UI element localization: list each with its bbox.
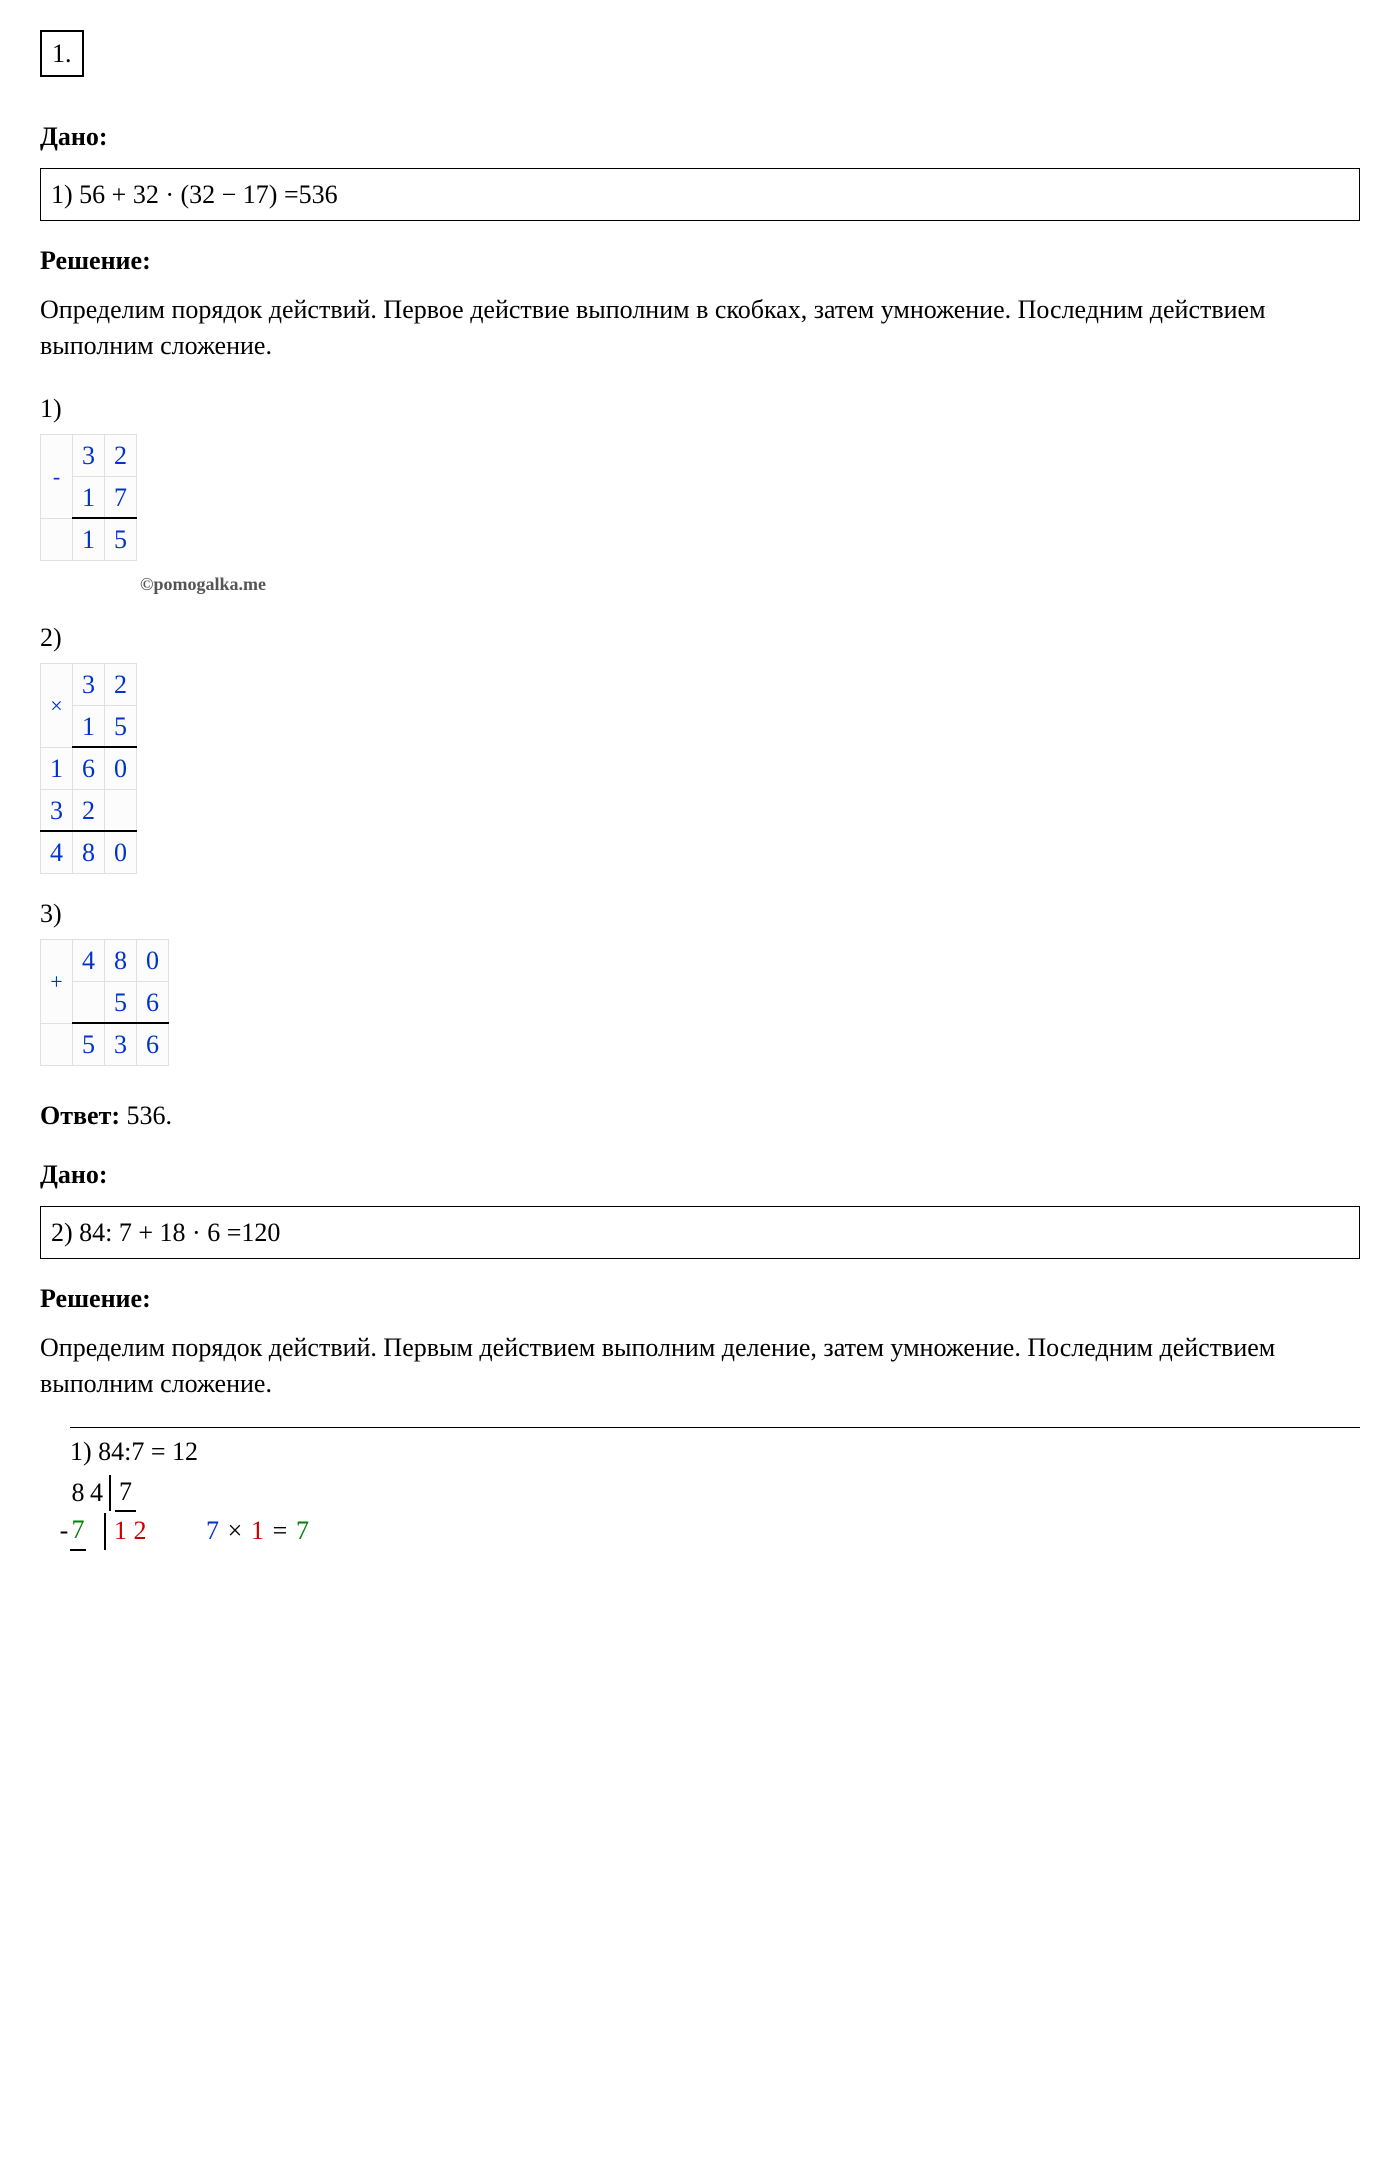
given-box-2: 2) 84: 7 + 18 · 6 =120 — [40, 1206, 1360, 1259]
divisor: 7 — [115, 1474, 136, 1512]
dividend-d1: 8 — [70, 1475, 86, 1511]
sub1: 7 — [70, 1512, 86, 1550]
calc1-r2c1: 1 — [73, 476, 105, 518]
calc2-p1c2: 0 — [105, 747, 137, 789]
calc2-p1c0: 1 — [41, 747, 73, 789]
minus-icon: - — [56, 1513, 72, 1549]
calc1-res1: 1 — [73, 518, 105, 560]
step1-label: 1) — [40, 389, 1360, 428]
solution-label-1: Решение: — [40, 241, 1360, 280]
step3-label: 3) — [40, 894, 1360, 933]
calc3-res2: 3 — [105, 1023, 137, 1065]
calc3-r1c3: 0 — [137, 939, 169, 981]
quotient: 1 2 — [110, 1513, 151, 1549]
calc2-p2c0: 3 — [41, 789, 73, 831]
calc2-r2c1: 1 — [73, 705, 105, 747]
calc3-res3: 6 — [137, 1023, 169, 1065]
calc-table-1: - 3 2 1 7 1 5 — [40, 434, 137, 561]
calc3-r2c1 — [73, 981, 105, 1023]
calc1-r2c2: 7 — [105, 476, 137, 518]
calc1-r1c1: 3 — [73, 434, 105, 476]
dividend-d2: 4 — [90, 1475, 111, 1511]
hint-b: 1 — [250, 1513, 266, 1549]
calc3-res-pad — [41, 1023, 73, 1065]
calc2-op: × — [41, 663, 73, 747]
division-hint: 7 × 1 = 7 — [205, 1513, 311, 1549]
calc3-r1c2: 8 — [105, 939, 137, 981]
calc2-res2: 0 — [105, 831, 137, 873]
div-pad — [90, 1513, 106, 1549]
calc-table-3: + 4 8 0 5 6 5 3 6 — [40, 939, 169, 1066]
calc3-r2c2: 5 — [105, 981, 137, 1023]
calc3-r1c1: 4 — [73, 939, 105, 981]
calc1-r1c2: 2 — [105, 434, 137, 476]
calc2-res1: 8 — [73, 831, 105, 873]
calc3-op: + — [41, 939, 73, 1023]
calc2-r1c1: 3 — [73, 663, 105, 705]
calc2-res0: 4 — [41, 831, 73, 873]
step2-label: 2) — [40, 618, 1360, 657]
answer-line-1: Ответ: 536. — [40, 1096, 1360, 1135]
division-block: 1) 84:7 = 12 8 4 7 - 7 1 2 7 × 1 = 7 — [70, 1427, 1360, 1551]
given-label-1: Дано: — [40, 117, 1360, 156]
calc2-p2c2 — [105, 789, 137, 831]
calc2-r2c2: 5 — [105, 705, 137, 747]
calc2-p1c1: 6 — [73, 747, 105, 789]
solution-text-2: Определим порядок действий. Первым дейст… — [40, 1330, 1360, 1403]
hint-r: 7 — [295, 1513, 311, 1549]
hint-a: 7 — [205, 1513, 221, 1549]
calc1-res2: 5 — [105, 518, 137, 560]
answer-label-1: Ответ: — [40, 1101, 120, 1130]
answer-value-1: 536. — [127, 1101, 173, 1130]
calc2-r1c2: 2 — [105, 663, 137, 705]
solution-label-2: Решение: — [40, 1279, 1360, 1318]
calc1-res-pad — [41, 518, 73, 560]
hint-op: × — [227, 1513, 243, 1549]
division-header: 1) 84:7 = 12 — [70, 1434, 1360, 1470]
calc3-r2c3: 6 — [137, 981, 169, 1023]
calc-table-2: × 3 2 1 5 1 6 0 3 2 4 8 0 — [40, 663, 137, 874]
calc1-op: - — [41, 434, 73, 518]
calc2-p2c1: 2 — [73, 789, 105, 831]
calc3-res1: 5 — [73, 1023, 105, 1065]
given-label-2: Дано: — [40, 1155, 1360, 1194]
problem-number: 1. — [40, 30, 84, 77]
hint-eq: = — [272, 1513, 288, 1549]
watermark: ©pomogalka.me — [140, 571, 1360, 598]
solution-text-1: Определим порядок действий. Первое дейст… — [40, 292, 1360, 365]
given-box-1: 1) 56 + 32 · (32 − 17) =536 — [40, 168, 1360, 221]
